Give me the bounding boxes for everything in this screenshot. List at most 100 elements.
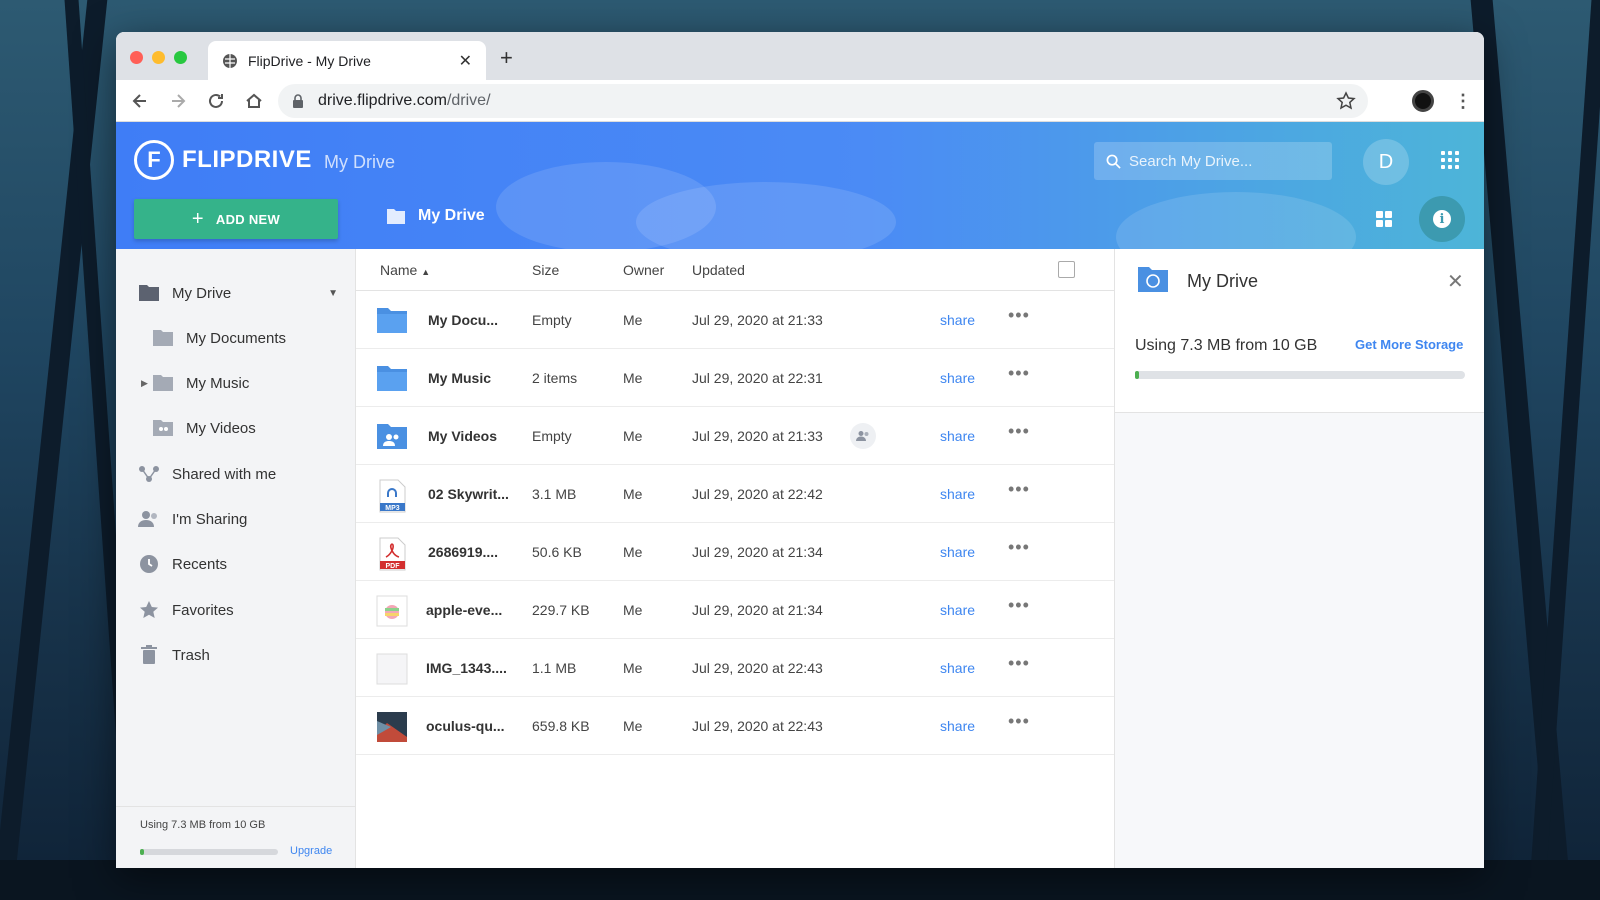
chevron-right-icon[interactable]: ▶ <box>141 378 148 389</box>
storage-text: Using 7.3 MB from 10 GB <box>140 819 266 831</box>
sidebar-item-my-drive[interactable]: My Drive ▼ <box>116 278 356 308</box>
file-owner: Me <box>623 428 643 444</box>
share-link[interactable]: share <box>940 370 975 386</box>
file-owner: Me <box>623 718 643 734</box>
share-link[interactable]: share <box>940 602 975 618</box>
file-size: 2 items <box>532 370 578 386</box>
details-panel-header: My Drive ✕ Using 7.3 MB from 10 GB Get M… <box>1115 249 1484 413</box>
chevron-down-icon[interactable]: ▼ <box>328 288 338 299</box>
add-new-button[interactable]: + ADD NEW <box>134 199 338 239</box>
share-link[interactable]: share <box>940 718 975 734</box>
more-options-icon[interactable]: ••• <box>1008 653 1030 674</box>
share-link[interactable]: share <box>940 544 975 560</box>
more-options-icon[interactable]: ••• <box>1008 305 1030 326</box>
browser-menu-icon[interactable]: ⋮ <box>1454 91 1472 112</box>
shared-people-icon[interactable] <box>850 423 876 449</box>
file-name[interactable]: apple-eve... <box>426 602 502 618</box>
table-row[interactable]: MP3 02 Skywrit... 3.1 MB Me Jul 29, 2020 at … <box>356 465 1114 523</box>
star-icon <box>138 600 160 620</box>
table-row[interactable]: My Docu... Empty Me Jul 29, 2020 at 21:33 sh… <box>356 291 1114 349</box>
table-row[interactable]: IMG_1343.... 1.1 MB Me Jul 29, 2020 at 22:4… <box>356 639 1114 697</box>
breadcrumb[interactable]: My Drive <box>386 207 485 225</box>
file-size: Empty <box>532 312 572 328</box>
sidebar-item-my-documents[interactable]: My Documents <box>116 323 356 353</box>
file-name[interactable]: My Music <box>428 370 491 386</box>
grid-view-icon[interactable] <box>1376 211 1392 227</box>
maximize-window-button[interactable] <box>174 51 187 64</box>
sidebar-item-my-videos[interactable]: My Videos <box>116 413 356 443</box>
sidebar-item-recents[interactable]: Recents <box>116 549 356 579</box>
file-updated: Jul 29, 2020 at 22:43 <box>692 660 823 676</box>
lock-icon <box>293 94 303 108</box>
tab-bar: FlipDrive - My Drive ✕ + <box>116 32 1484 80</box>
user-avatar[interactable]: D <box>1363 139 1409 185</box>
file-size: 659.8 KB <box>532 718 590 734</box>
get-more-storage-link[interactable]: Get More Storage <box>1355 337 1463 352</box>
reload-icon[interactable] <box>206 91 226 111</box>
sidebar-item-my-music[interactable]: ▶ My Music <box>116 368 356 398</box>
folder-icon <box>387 209 405 224</box>
folder-icon <box>152 373 174 393</box>
share-link[interactable]: share <box>940 428 975 444</box>
mp3-icon: MP3 <box>376 479 408 513</box>
more-options-icon[interactable]: ••• <box>1008 363 1030 384</box>
close-tab-icon[interactable]: ✕ <box>459 51 472 71</box>
column-owner[interactable]: Owner <box>623 262 664 278</box>
bookmark-star-icon[interactable] <box>1336 91 1356 111</box>
sidebar-item-label: I'm Sharing <box>172 510 248 528</box>
table-row[interactable]: My Videos Empty Me Jul 29, 2020 at 21:33 sha… <box>356 407 1114 465</box>
app-header: F FLIPDRIVE My Drive Search My Drive... … <box>116 122 1484 249</box>
address-bar[interactable]: drive.flipdrive.com/drive/ <box>278 84 1368 118</box>
file-name[interactable]: 2686919.... <box>428 544 498 560</box>
share-link[interactable]: share <box>940 660 975 676</box>
share-link[interactable]: share <box>940 312 975 328</box>
table-row[interactable]: PDF 2686919.... 50.6 KB Me Jul 29, 2020 at 2… <box>356 523 1114 581</box>
table-row[interactable]: My Music 2 items Me Jul 29, 2020 at 22:31 sh… <box>356 349 1114 407</box>
upgrade-link[interactable]: Upgrade <box>290 845 332 857</box>
trash-icon <box>138 645 160 665</box>
file-name[interactable]: My Docu... <box>428 312 498 328</box>
sidebar-item-shared-with-me[interactable]: Shared with me <box>116 459 356 489</box>
column-name[interactable]: Name ▲ <box>380 262 430 278</box>
apps-grid-icon[interactable] <box>1441 151 1459 169</box>
file-name[interactable]: IMG_1343.... <box>426 660 507 676</box>
column-size[interactable]: Size <box>532 262 559 278</box>
new-tab-button[interactable]: + <box>500 45 513 71</box>
table-row[interactable]: apple-eve... 229.7 KB Me Jul 29, 2020 at 21… <box>356 581 1114 639</box>
back-icon[interactable] <box>130 91 150 111</box>
table-row[interactable]: oculus-qu... 659.8 KB Me Jul 29, 2020 at 22… <box>356 697 1114 755</box>
minimize-window-button[interactable] <box>152 51 165 64</box>
image-photo-icon <box>376 711 408 742</box>
share-link[interactable]: share <box>940 486 975 502</box>
breadcrumb-label: My Drive <box>418 207 485 224</box>
close-icon[interactable]: ✕ <box>1447 269 1464 294</box>
pdf-icon: PDF <box>376 537 408 571</box>
forward-icon[interactable] <box>168 91 188 111</box>
more-options-icon[interactable]: ••• <box>1008 479 1030 500</box>
file-name[interactable]: My Videos <box>428 428 497 444</box>
more-options-icon[interactable]: ••• <box>1008 595 1030 616</box>
sidebar-item-im-sharing[interactable]: I'm Sharing <box>116 504 356 534</box>
more-options-icon[interactable]: ••• <box>1008 537 1030 558</box>
info-button[interactable]: i <box>1419 196 1465 242</box>
close-window-button[interactable] <box>130 51 143 64</box>
more-options-icon[interactable]: ••• <box>1008 711 1030 732</box>
select-all-checkbox[interactable] <box>1058 261 1075 278</box>
flipdrive-logo[interactable]: F FLIPDRIVE <box>134 140 312 180</box>
home-icon[interactable] <box>244 91 264 111</box>
sidebar-item-favorites[interactable]: Favorites <box>116 595 356 625</box>
profile-avatar[interactable] <box>1412 90 1434 112</box>
file-name[interactable]: oculus-qu... <box>426 718 505 734</box>
sidebar-item-trash[interactable]: Trash <box>116 640 356 670</box>
toolbar: drive.flipdrive.com/drive/ ⋮ <box>116 80 1484 122</box>
column-updated[interactable]: Updated <box>692 262 745 278</box>
search-input[interactable]: Search My Drive... <box>1094 142 1332 180</box>
more-options-icon[interactable]: ••• <box>1008 421 1030 442</box>
shared-folder-icon <box>152 418 174 438</box>
details-title: My Drive <box>1187 271 1258 291</box>
logo-text: FLIPDRIVE <box>182 146 312 173</box>
image-blank-icon <box>376 653 408 685</box>
shared-folder-icon <box>376 421 408 451</box>
file-name[interactable]: 02 Skywrit... <box>428 486 509 502</box>
browser-tab[interactable]: FlipDrive - My Drive ✕ <box>208 41 486 80</box>
